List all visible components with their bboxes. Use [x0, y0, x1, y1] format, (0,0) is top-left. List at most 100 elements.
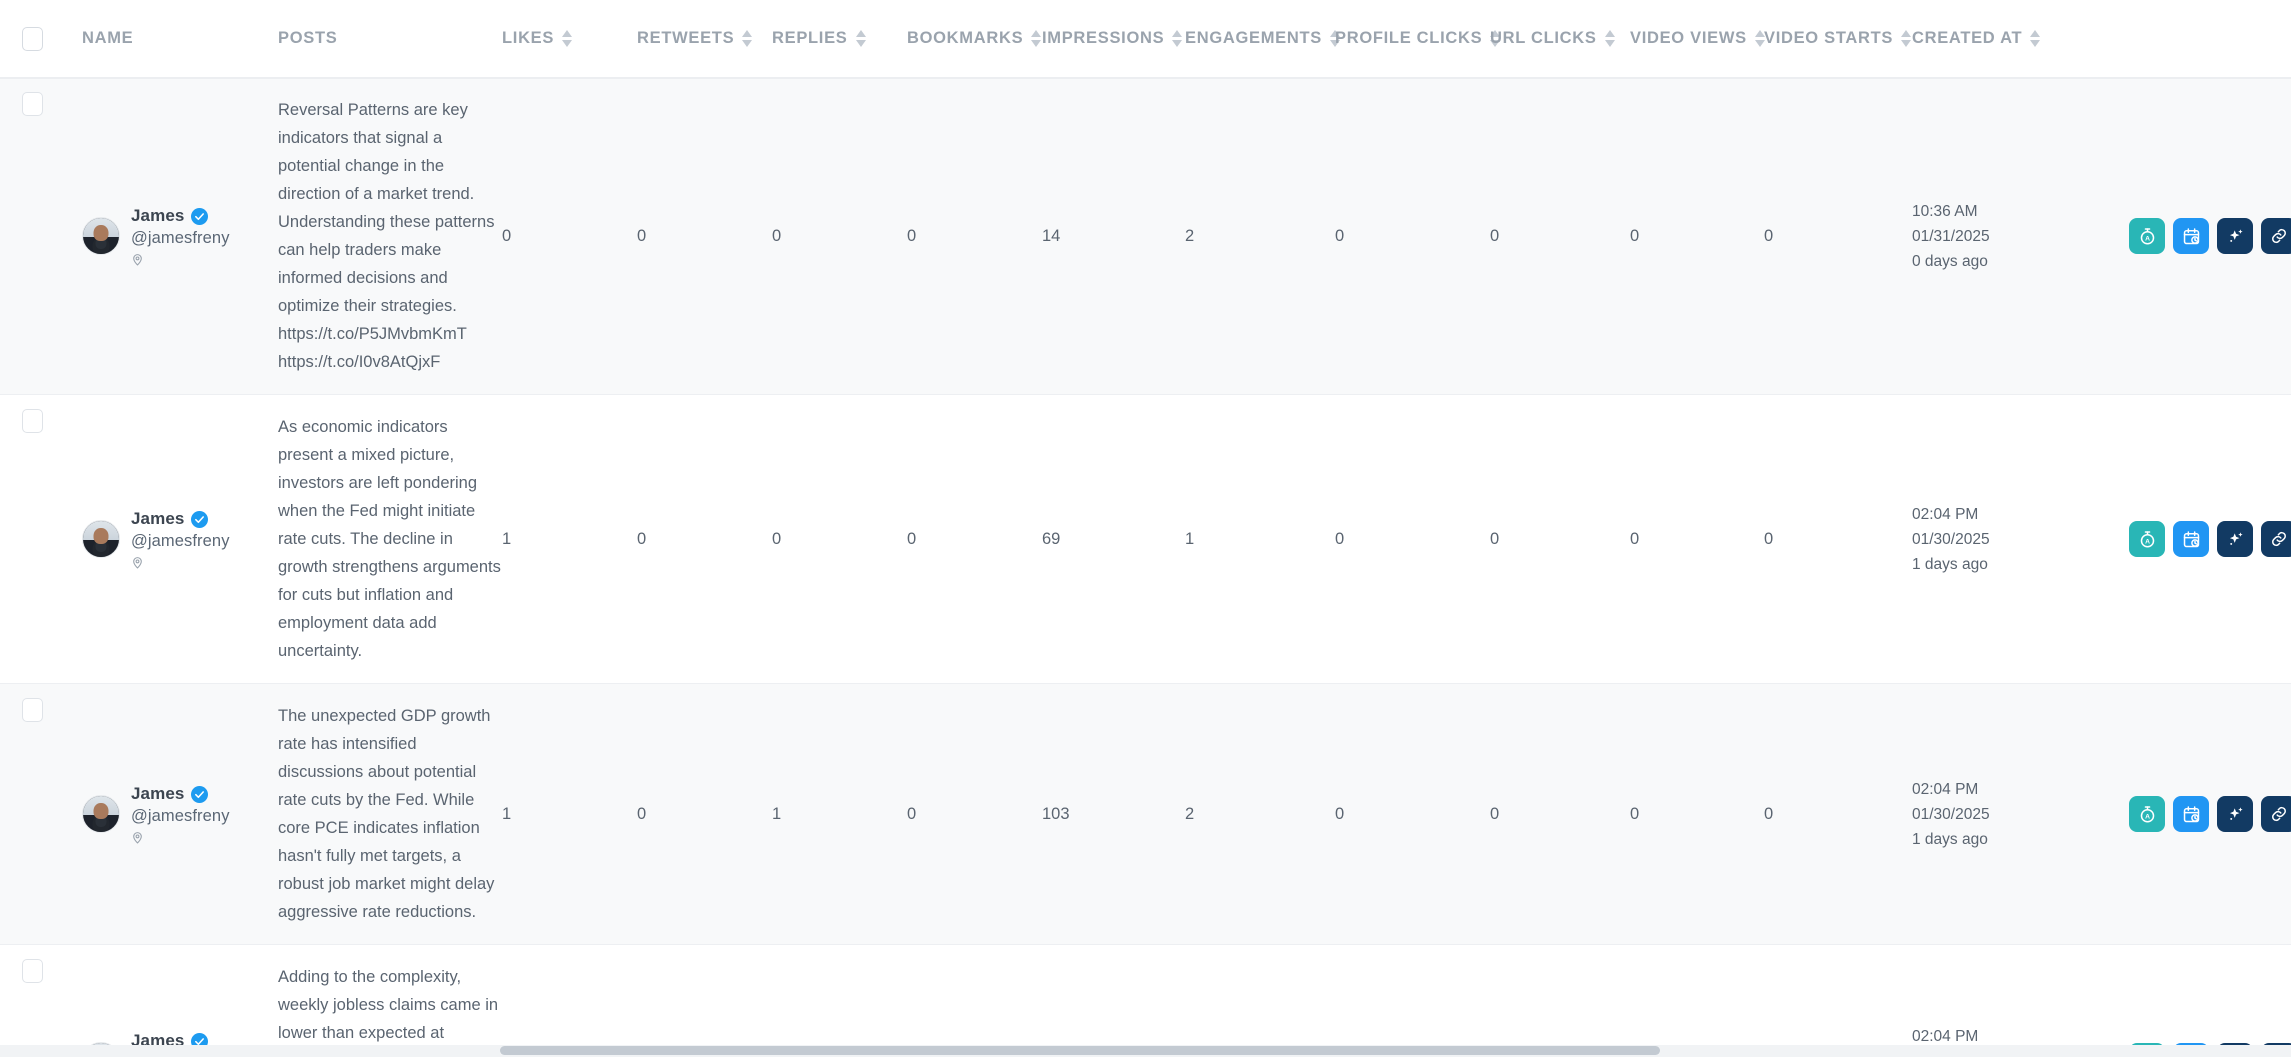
table-row[interactable]: James @jamesfreny Reversal Patterns are …: [0, 78, 2291, 395]
cell-video-starts: 0: [1764, 684, 1912, 944]
sort-toggle-likes[interactable]: [562, 30, 573, 47]
select-all-checkbox[interactable]: [22, 26, 43, 51]
column-header-engagements-label: ENGAGEMENTS: [1185, 29, 1322, 47]
column-header-url-clicks[interactable]: URL CLICKS: [1490, 29, 1630, 48]
row-action-buttons: A: [2129, 796, 2291, 832]
column-header-video-starts-label: VIDEO STARTS: [1764, 29, 1894, 47]
cell-name: James @jamesfreny: [60, 684, 260, 944]
select-all-cell: [22, 26, 60, 51]
user-meta: James @jamesfreny: [131, 784, 230, 844]
cell-engagements: 1: [1185, 945, 1335, 1057]
ai-button[interactable]: [2217, 521, 2253, 557]
sort-desc-icon: [855, 40, 866, 47]
cell-likes-value: 0: [502, 226, 512, 245]
autoplug-button[interactable]: A: [2129, 796, 2165, 832]
link-button[interactable]: [2261, 218, 2291, 254]
verified-badge-icon: [191, 785, 209, 803]
table-row[interactable]: James @jamesfreny The unexpected GDP gro…: [0, 684, 2291, 945]
cell-name: James @jamesfreny: [60, 395, 260, 683]
schedule-button[interactable]: [2173, 796, 2209, 832]
link-button[interactable]: [2261, 796, 2291, 832]
cell-likes: 1: [502, 395, 637, 683]
column-header-replies[interactable]: REPLIES: [772, 29, 907, 48]
sort-desc-icon: [1172, 40, 1183, 47]
cell-retweets: 0: [637, 684, 772, 944]
column-header-video-starts[interactable]: VIDEO STARTS: [1764, 29, 1912, 48]
ai-button[interactable]: [2217, 218, 2253, 254]
sort-toggle-url-clicks[interactable]: [1604, 30, 1615, 47]
column-header-engagements[interactable]: ENGAGEMENTS: [1185, 29, 1340, 48]
link-button[interactable]: [2261, 521, 2291, 557]
row-select-checkbox[interactable]: [22, 959, 43, 983]
created-at-value: 02:04 PM01/30/20251 days ago: [1912, 780, 1990, 848]
column-header-bookmarks[interactable]: BOOKMARKS: [907, 29, 1042, 48]
cell-post: Adding to the complexity, weekly jobless…: [260, 945, 502, 1057]
sort-toggle-bookmarks[interactable]: [1031, 30, 1042, 47]
sort-toggle-retweets[interactable]: [742, 30, 753, 47]
row-select-checkbox[interactable]: [22, 409, 43, 433]
user-handle: @jamesfreny: [131, 807, 230, 825]
user-name-row: James: [131, 784, 230, 804]
cell-video-starts: 0: [1764, 78, 1912, 394]
link-icon: [2270, 805, 2288, 823]
autoplug-button[interactable]: A: [2129, 218, 2165, 254]
sort-toggle-replies[interactable]: [855, 30, 866, 47]
column-header-impressions[interactable]: IMPRESSIONS: [1042, 29, 1185, 48]
cell-profile-clicks: 0: [1335, 78, 1490, 394]
column-header-created-at[interactable]: CREATED AT: [1912, 29, 2077, 48]
column-header-retweets[interactable]: RETWEETS: [637, 29, 772, 48]
cell-impressions: 103: [1042, 684, 1185, 944]
table-row[interactable]: James @jamesfreny As economic indicators…: [0, 395, 2291, 684]
column-header-likes[interactable]: LIKES: [502, 29, 637, 48]
sort-toggle-impressions[interactable]: [1172, 30, 1183, 47]
sort-toggle-created-at[interactable]: [2030, 30, 2041, 47]
sort-desc-icon: [1031, 40, 1042, 47]
table-row[interactable]: James @jamesfreny Adding to the complexi…: [0, 945, 2291, 1057]
sort-toggle-video-starts[interactable]: [1901, 30, 1912, 47]
stopwatch-a-icon: A: [2138, 227, 2157, 246]
cell-video-starts-value: 0: [1764, 804, 1774, 823]
cell-engagements-value: 1: [1185, 529, 1195, 548]
user-identity[interactable]: James @jamesfreny: [82, 784, 230, 844]
cell-engagements: 2: [1185, 684, 1335, 944]
user-display-name: James: [131, 206, 185, 225]
cell-created-at: 02:04 PM01/30/20251 days ago: [1912, 395, 2077, 683]
column-header-video-views-label: VIDEO VIEWS: [1630, 29, 1747, 47]
cell-actions: A: [2077, 395, 2291, 683]
column-header-profile-clicks[interactable]: PROFILE CLICKS: [1335, 29, 1501, 48]
user-identity[interactable]: James @jamesfreny: [82, 206, 230, 266]
row-select-checkbox[interactable]: [22, 92, 43, 116]
schedule-button[interactable]: [2173, 218, 2209, 254]
cell-likes-value: 1: [502, 529, 512, 548]
column-header-created-at-label: CREATED AT: [1912, 29, 2023, 47]
row-action-buttons: A: [2129, 218, 2291, 254]
user-identity[interactable]: James @jamesfreny: [82, 509, 230, 569]
sort-asc-icon: [1031, 30, 1042, 37]
column-header-video-views[interactable]: VIDEO VIEWS: [1630, 29, 1765, 48]
row-select-checkbox[interactable]: [22, 698, 43, 722]
horizontal-scrollbar[interactable]: [0, 1045, 2291, 1057]
cell-actions: A: [2077, 945, 2291, 1057]
cell-engagements-value: 2: [1185, 226, 1195, 245]
column-header-posts[interactable]: POSTS: [260, 29, 502, 48]
column-header-name-label: NAME: [82, 29, 134, 47]
cell-likes: 0: [502, 945, 637, 1057]
ai-button[interactable]: [2217, 796, 2253, 832]
svg-text:A: A: [2145, 813, 2150, 820]
cell-impressions: 69: [1042, 395, 1185, 683]
cell-replies: 1: [772, 945, 907, 1057]
verified-badge-icon: [191, 510, 209, 528]
column-header-likes-label: LIKES: [502, 29, 555, 47]
avatar: [82, 795, 120, 833]
horizontal-scrollbar-thumb[interactable]: [500, 1046, 1660, 1055]
cell-url-clicks-value: 0: [1490, 529, 1500, 548]
column-header-name[interactable]: NAME: [60, 29, 260, 48]
cell-url-clicks-value: 0: [1490, 226, 1500, 245]
column-header-replies-label: REPLIES: [772, 29, 848, 47]
cell-replies: 0: [772, 395, 907, 683]
schedule-button[interactable]: [2173, 521, 2209, 557]
sort-asc-icon: [1901, 30, 1912, 37]
location-pin-icon: [131, 253, 230, 266]
autoplug-button[interactable]: A: [2129, 521, 2165, 557]
cell-replies: 0: [772, 78, 907, 394]
